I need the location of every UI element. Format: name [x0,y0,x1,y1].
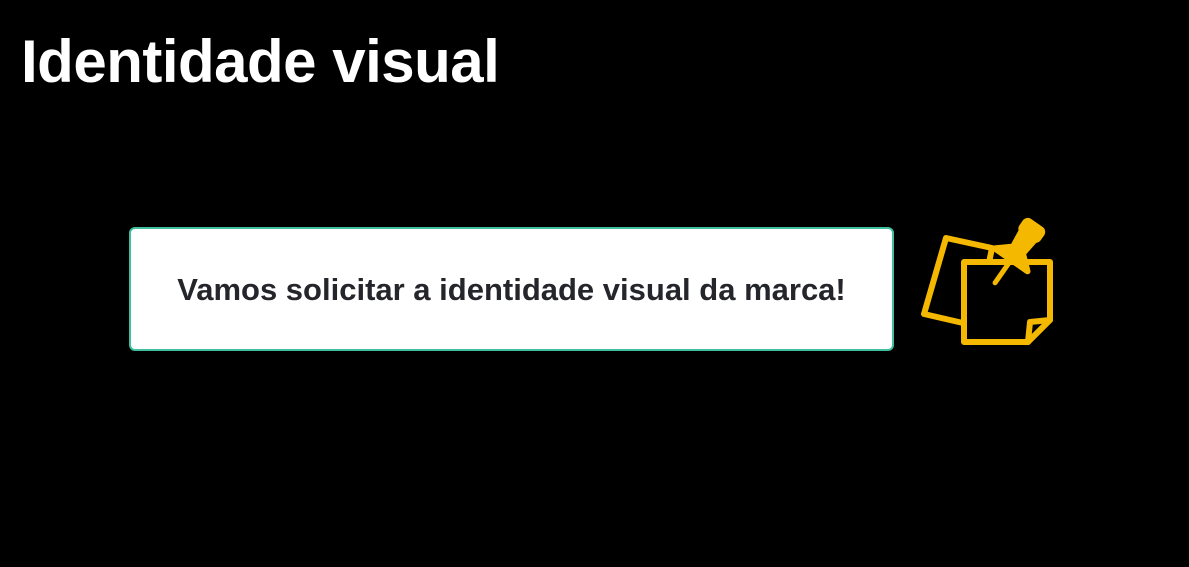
message-text: Vamos solicitar a identidade visual da m… [177,272,846,307]
pinned-sticky-notes-icon [918,214,1058,350]
page-title: Identidade visual [21,28,500,95]
message-card: Vamos solicitar a identidade visual da m… [129,227,894,351]
